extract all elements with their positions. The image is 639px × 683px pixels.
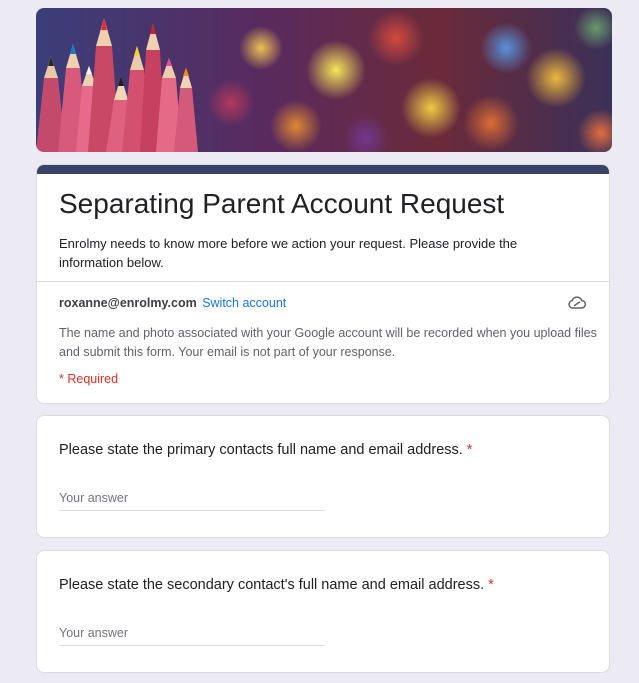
form-description: Enrolmy needs to know more before we act…	[59, 236, 518, 270]
accent-bar	[37, 165, 609, 174]
question-text: Please state the primary contacts full n…	[59, 442, 463, 458]
cloud-offline-icon[interactable]	[567, 293, 587, 313]
required-asterisk: *	[488, 577, 494, 593]
divider	[37, 281, 609, 282]
question-label: Please state the secondary contact's ful…	[59, 575, 494, 595]
account-email: roxanne@enrolmy.com	[59, 296, 197, 310]
header-banner-image	[36, 8, 612, 152]
question-card-primary-contact: Please state the primary contacts full n…	[36, 415, 610, 538]
question-text: Please state the secondary contact's ful…	[59, 577, 485, 593]
privacy-notice: The name and photo associated with your …	[59, 326, 597, 359]
primary-contact-answer-input[interactable]	[59, 486, 325, 511]
account-row: roxanne@enrolmy.com Switch account	[59, 295, 286, 311]
required-note: * Required	[59, 372, 119, 386]
question-card-secondary-contact: Please state the secondary contact's ful…	[36, 550, 610, 673]
question-label: Please state the primary contacts full n…	[59, 440, 472, 460]
required-asterisk: *	[466, 442, 473, 458]
secondary-contact-answer-input[interactable]	[59, 621, 325, 646]
colored-pencils-illustration	[36, 18, 198, 152]
switch-account-link[interactable]: Switch account	[202, 296, 286, 310]
form-header-card: Separating Parent Account Request Enrolm…	[36, 164, 610, 404]
form-title: Separating Parent Account Request	[59, 188, 505, 219]
